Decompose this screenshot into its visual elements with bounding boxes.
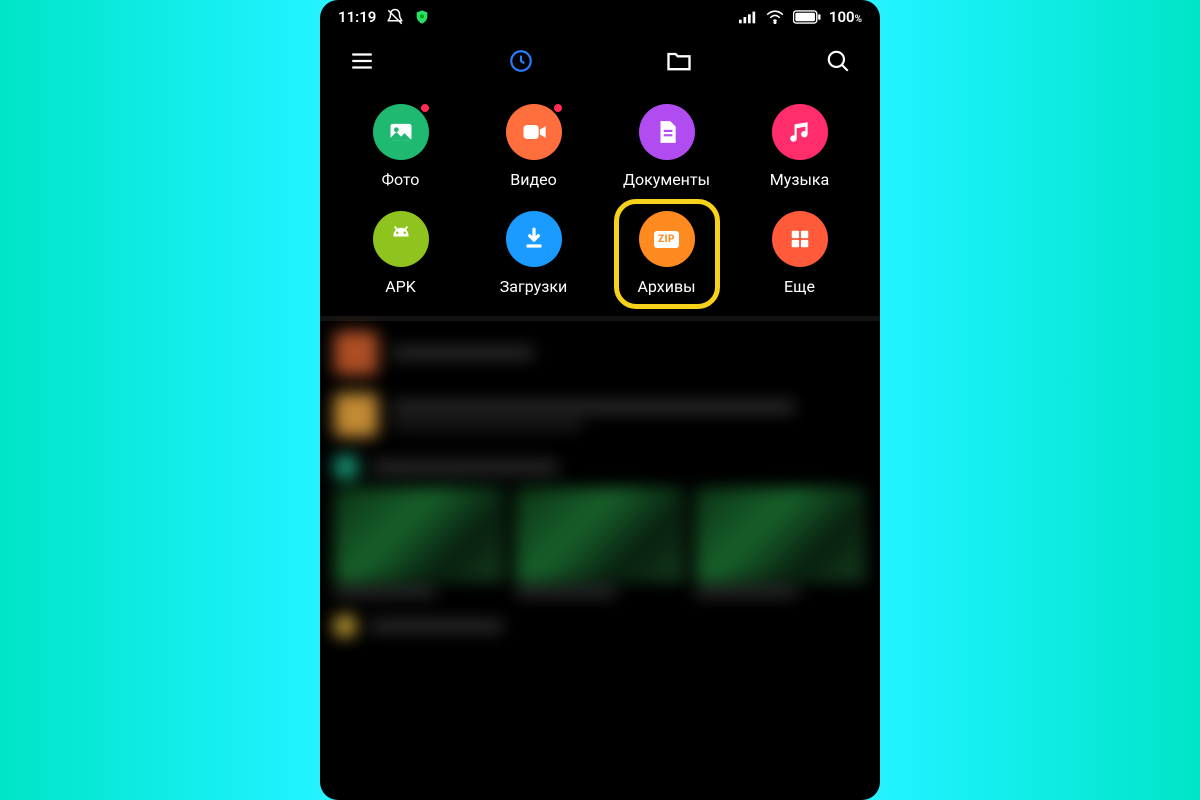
menu-button[interactable] — [330, 39, 394, 83]
search-button[interactable] — [806, 39, 870, 83]
list-item — [334, 393, 866, 437]
zip-icon: ZIP — [639, 211, 695, 267]
list-item — [334, 615, 866, 637]
category-archives[interactable]: ZIP Архивы — [600, 211, 733, 296]
folder-icon — [665, 47, 693, 75]
search-icon — [825, 48, 851, 74]
video-icon — [506, 104, 562, 160]
category-label: APK — [385, 277, 416, 296]
category-label: Фото — [382, 170, 420, 189]
top-nav — [320, 34, 880, 88]
wifi-icon — [765, 10, 785, 24]
category-grid: Фото Видео Документы Музыка APK — [320, 88, 880, 316]
music-icon — [772, 104, 828, 160]
category-label: Документы — [623, 170, 710, 189]
status-bar: 11:19 — [320, 0, 880, 34]
clock-icon — [508, 48, 534, 74]
shield-icon — [414, 9, 430, 25]
category-label: Загрузки — [500, 277, 567, 296]
photo-icon — [373, 104, 429, 160]
category-photo[interactable]: Фото — [334, 104, 467, 189]
signal-icon — [739, 10, 757, 24]
category-docs[interactable]: Документы — [600, 104, 733, 189]
category-apk[interactable]: APK — [334, 211, 467, 296]
category-music[interactable]: Музыка — [733, 104, 866, 189]
menu-icon — [349, 48, 375, 74]
category-label: Архивы — [637, 277, 695, 296]
category-downloads[interactable]: Загрузки — [467, 211, 600, 296]
tab-recent[interactable] — [489, 39, 553, 83]
android-icon — [373, 211, 429, 267]
thumbnail-gallery — [334, 487, 866, 597]
category-video[interactable]: Видео — [467, 104, 600, 189]
list-item — [334, 455, 866, 479]
list-item — [334, 331, 866, 375]
grid-icon — [772, 211, 828, 267]
category-label: Музыка — [770, 170, 829, 189]
battery-unit: % — [855, 14, 862, 25]
badge-dot — [419, 102, 431, 114]
tab-folders[interactable] — [647, 39, 711, 83]
category-label: Еще — [784, 277, 815, 296]
battery-percent: 100% — [829, 8, 862, 26]
status-time: 11:19 — [338, 8, 376, 26]
battery-value: 100 — [829, 8, 855, 26]
category-label: Видео — [510, 170, 556, 189]
phone-frame: 11:19 — [320, 0, 880, 800]
mute-icon — [386, 8, 404, 26]
badge-dot — [552, 102, 564, 114]
battery-icon — [793, 10, 821, 24]
zip-text: ZIP — [654, 231, 679, 248]
doc-icon — [639, 104, 695, 160]
category-more[interactable]: Еще — [733, 211, 866, 296]
recent-list-blurred — [320, 321, 880, 665]
download-icon — [506, 211, 562, 267]
